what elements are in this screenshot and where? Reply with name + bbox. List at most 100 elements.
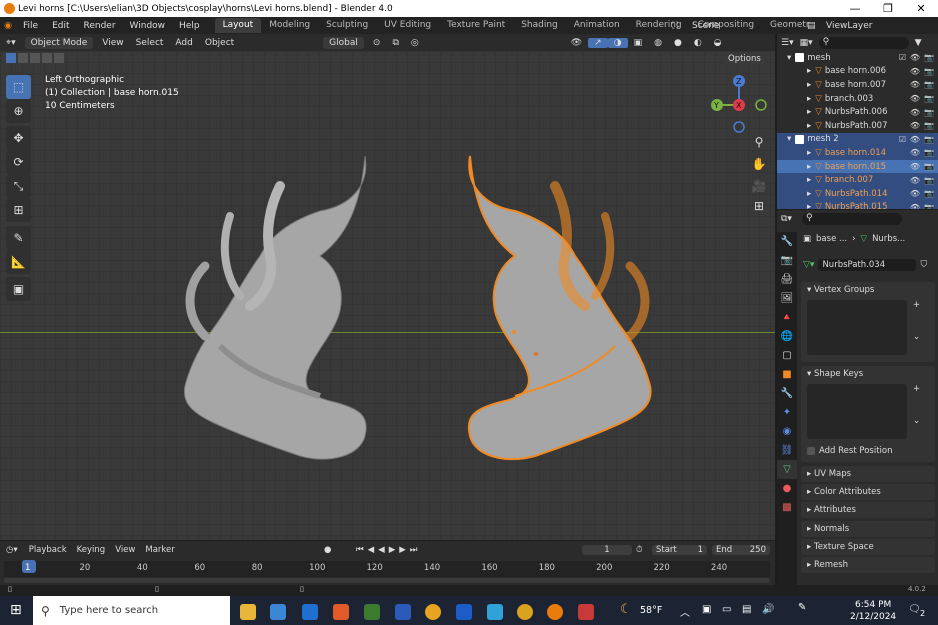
data-tab-icon[interactable]: ▽ xyxy=(777,460,797,479)
constraints-tab-icon[interactable]: ⛓ xyxy=(777,441,797,460)
mail-icon[interactable] xyxy=(302,604,318,620)
tab-rendering[interactable]: Rendering xyxy=(628,18,690,33)
tray-chevron-icon[interactable]: ︿ xyxy=(680,604,690,619)
end-frame-field[interactable]: End 250 xyxy=(712,545,770,555)
gizmo-neg-y-icon[interactable] xyxy=(755,99,767,111)
measure-icon[interactable]: 📐 xyxy=(6,250,31,274)
collapse-icon[interactable]: ▾ xyxy=(787,53,791,63)
outliner-item[interactable]: ▸ ▽ NurbsPath.007 👁 📷 xyxy=(777,119,938,133)
shading-material-icon[interactable]: ◐ xyxy=(688,38,708,48)
menu-edit[interactable]: Edit xyxy=(45,21,76,31)
outliner-item[interactable]: ▸ ▽ NurbsPath.014 👁 📷 xyxy=(777,186,938,201)
vertex-groups-list[interactable] xyxy=(807,300,907,355)
app-n-icon[interactable] xyxy=(487,604,503,620)
add-shape-key-icon[interactable]: + xyxy=(913,384,920,394)
menu-playback[interactable]: Playback xyxy=(24,545,72,555)
gizmo-neg-z-icon[interactable] xyxy=(733,121,745,133)
menu-add[interactable]: Add xyxy=(169,38,198,48)
tab-modeling[interactable]: Modeling xyxy=(261,18,318,33)
output-tab-icon[interactable]: 🖨 xyxy=(777,270,797,289)
material-tab-icon[interactable]: ● xyxy=(777,479,797,498)
eye-icon[interactable]: 👁 xyxy=(910,148,920,157)
tab-animation[interactable]: Animation xyxy=(566,18,628,33)
overlay-toggle-icon[interactable]: ◑ xyxy=(607,37,628,48)
eye-icon[interactable]: 👁 xyxy=(910,121,920,130)
camera-icon[interactable]: 📷 xyxy=(924,94,934,103)
network-icon[interactable]: ▤ xyxy=(742,604,751,615)
menu-render[interactable]: Render xyxy=(77,21,123,31)
shape-key-menu-icon[interactable]: ⌄ xyxy=(913,416,920,426)
collapse-icon[interactable]: ▾ xyxy=(787,134,791,144)
snap-icon[interactable]: ⧉ xyxy=(386,38,404,48)
property-section[interactable]: ▸ UV Maps xyxy=(801,466,935,482)
property-section[interactable]: ▸ Color Attributes xyxy=(801,484,935,500)
collection-tab-icon[interactable]: ▢ xyxy=(777,346,797,365)
expand-icon[interactable]: ▸ xyxy=(807,162,811,172)
maximize-icon[interactable]: ❐ xyxy=(873,0,903,17)
outliner-item[interactable]: ▸ ▽ branch.003 👁 📷 xyxy=(777,92,938,106)
modifier-tab-icon[interactable]: 🔧 xyxy=(777,384,797,403)
outliner-item[interactable]: ▸ ▽ base horn.015 👁 📷 xyxy=(777,159,938,174)
tab-shading[interactable]: Shading xyxy=(513,18,566,33)
menu-object[interactable]: Object xyxy=(199,38,240,48)
file-explorer-icon[interactable] xyxy=(240,604,256,620)
scale-icon[interactable]: ⤡ xyxy=(6,174,31,198)
weather-temp[interactable]: 58°F xyxy=(640,605,662,616)
world-tab-icon[interactable]: 🌐 xyxy=(777,327,797,346)
word-icon[interactable] xyxy=(395,604,411,620)
property-section[interactable]: ▸ Normals xyxy=(801,521,935,537)
expand-icon[interactable]: ▸ xyxy=(807,202,811,209)
eye-icon[interactable]: 👁 xyxy=(910,176,920,185)
filter-icon[interactable]: ▼ xyxy=(915,38,922,48)
outliner-item[interactable]: ▸ ▽ branch.007 👁 📷 xyxy=(777,173,938,187)
menu-help[interactable]: Help xyxy=(172,21,207,31)
property-section[interactable]: ▸ Attributes xyxy=(801,502,935,518)
select-invert-icon[interactable] xyxy=(42,53,52,63)
camera-icon[interactable]: 📷 xyxy=(924,148,934,157)
shape-keys-panel[interactable]: ▾ Shape Keys + ⌄ Add Rest Position xyxy=(801,366,935,462)
menu-marker[interactable]: Marker xyxy=(140,545,179,555)
move-icon[interactable]: ✥ xyxy=(6,126,31,150)
notification-icon[interactable]: 🗨 xyxy=(908,604,921,615)
options-dropdown[interactable]: Options xyxy=(723,53,766,65)
tab-texture-paint[interactable]: Texture Paint xyxy=(439,18,513,33)
outliner-item[interactable]: ▸ ▽ base horn.006 👁 📷 xyxy=(777,65,938,79)
record-icon[interactable]: ● xyxy=(324,545,331,555)
taskbar-search-box[interactable]: ⚲ Type here to search xyxy=(33,596,230,625)
data-name-field[interactable]: NurbsPath.034 xyxy=(818,259,917,271)
menu-view[interactable]: View xyxy=(96,38,129,48)
start-frame-field[interactable]: Start 1 xyxy=(652,545,707,555)
camera-icon[interactable]: 📷 xyxy=(924,135,934,144)
expand-icon[interactable]: ▸ xyxy=(807,121,811,131)
clock-time[interactable]: 6:54 PM xyxy=(855,600,891,610)
stopwatch-icon[interactable]: ⏱ xyxy=(636,545,643,555)
expand-icon[interactable]: ▸ xyxy=(807,175,811,185)
view-layer-tab-icon[interactable]: 🖼 xyxy=(777,289,797,308)
pan-hand-icon[interactable]: ✋ xyxy=(750,155,768,173)
ortho-grid-icon[interactable]: ⊞ xyxy=(750,197,768,215)
chrome-icon[interactable] xyxy=(425,604,441,620)
outliner-editor-icon[interactable]: ☰▾ xyxy=(781,38,794,48)
visibility-icon[interactable]: 👁 xyxy=(565,38,588,48)
windows-start-icon[interactable]: ⊞ xyxy=(10,602,22,618)
eye-icon[interactable]: 👁 xyxy=(910,53,920,62)
property-section[interactable]: ▸ Remesh xyxy=(801,557,935,573)
orientation-dropdown[interactable]: Global xyxy=(323,36,364,49)
tray-app-icon[interactable]: ▣ xyxy=(702,604,711,615)
eye-icon[interactable]: 👁 xyxy=(910,162,920,171)
outliner-item[interactable]: ▸ ▽ NurbsPath.006 👁 📷 xyxy=(777,105,938,119)
props-editor-icon[interactable]: ⧉▾ xyxy=(781,214,792,224)
shape-keys-list[interactable] xyxy=(807,384,907,439)
scene-tab-icon[interactable]: 🔺 xyxy=(777,308,797,327)
outliner-item[interactable]: ▸ ▽ base horn.007 👁 📷 xyxy=(777,78,938,92)
office-icon[interactable] xyxy=(333,604,349,620)
select-intersect-icon[interactable] xyxy=(54,53,64,63)
3d-viewport[interactable]: Left Orthographic (1) Collection | base … xyxy=(0,51,775,540)
xray-icon[interactable]: ▣ xyxy=(628,38,649,48)
eye-icon[interactable]: 👁 xyxy=(910,135,920,144)
camera-icon[interactable]: 📷 xyxy=(924,67,934,76)
shading-rendered-icon[interactable]: ◒ xyxy=(708,38,728,48)
camera-icon[interactable]: 📷 xyxy=(924,53,934,62)
app-c-icon[interactable] xyxy=(456,604,472,620)
physics-tab-icon[interactable]: ◉ xyxy=(777,422,797,441)
